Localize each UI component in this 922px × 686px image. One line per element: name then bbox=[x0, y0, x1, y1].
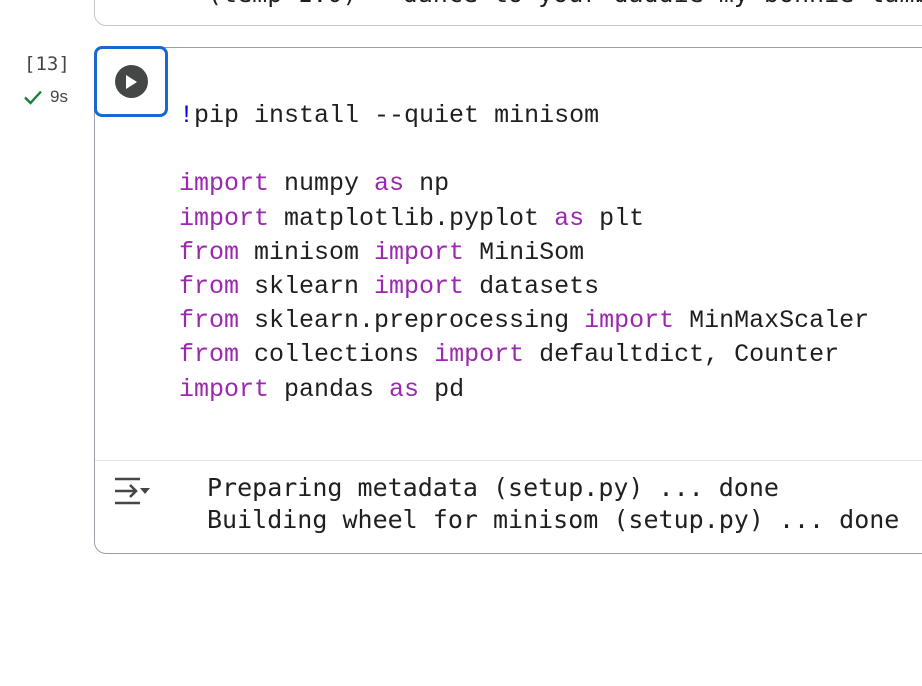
code-keyword: from bbox=[179, 306, 240, 336]
code-token: datasets bbox=[464, 271, 600, 301]
code-keyword: import bbox=[179, 203, 270, 233]
code-keyword: import bbox=[374, 237, 465, 267]
code-token: sklearn bbox=[239, 271, 375, 301]
code-keyword: import bbox=[374, 271, 465, 301]
code-token: MinMaxScaler bbox=[674, 306, 870, 336]
code-line: from minisom import MiniSom bbox=[179, 236, 869, 270]
code-token: pd bbox=[419, 374, 465, 404]
check-icon bbox=[22, 86, 44, 108]
code-line: from collections import defaultdict, Cou… bbox=[179, 338, 869, 372]
code-keyword: from bbox=[179, 340, 240, 370]
code-token: MiniSom bbox=[464, 237, 585, 267]
code-line: import numpy as np bbox=[179, 167, 869, 201]
output-line: Building wheel for minisom (setup.py) ..… bbox=[207, 505, 900, 534]
code-editor[interactable]: !pip install --quiet minisom import numpy… bbox=[179, 99, 869, 407]
code-token: numpy bbox=[269, 169, 375, 199]
code-line: from sklearn import datasets bbox=[179, 270, 869, 304]
output-settings-icon[interactable] bbox=[112, 474, 152, 508]
code-line: !pip install --quiet minisom bbox=[179, 99, 869, 133]
code-shell-bang: ! bbox=[179, 101, 195, 130]
code-token: sklearn.preprocessing bbox=[239, 306, 585, 336]
code-line: import pandas as pd bbox=[179, 373, 869, 407]
code-keyword: as bbox=[374, 169, 405, 199]
code-token: collections bbox=[239, 340, 435, 370]
run-cell-button[interactable] bbox=[94, 46, 168, 117]
code-token: matplotlib.pyplot bbox=[269, 203, 555, 233]
code-token: plt bbox=[584, 203, 645, 233]
code-token: minisom bbox=[239, 237, 375, 267]
code-token: pip install --quiet minisom bbox=[194, 101, 600, 130]
output-line: Preparing metadata (setup.py) ... done bbox=[207, 473, 779, 502]
previous-cell: (temp 1.0) — dance to your daddie my bon… bbox=[94, 0, 922, 26]
cell-output: Preparing metadata (setup.py) ... done Bu… bbox=[207, 472, 899, 536]
code-keyword: import bbox=[179, 169, 270, 199]
output-divider bbox=[95, 460, 922, 461]
code-token: pandas bbox=[269, 374, 390, 404]
execution-count: [13] bbox=[24, 53, 70, 75]
code-token: np bbox=[404, 169, 450, 199]
previous-cell-output: (temp 1.0) — dance to your daddie my bon… bbox=[207, 0, 922, 8]
play-icon bbox=[114, 65, 148, 98]
code-keyword: import bbox=[434, 340, 525, 370]
code-keyword: import bbox=[179, 374, 270, 404]
execution-time: 9s bbox=[50, 87, 68, 106]
code-keyword: from bbox=[179, 237, 240, 267]
code-token: defaultdict, Counter bbox=[524, 340, 840, 370]
code-keyword: import bbox=[584, 306, 675, 336]
code-line: import matplotlib.pyplot as plt bbox=[179, 202, 869, 236]
code-keyword: as bbox=[389, 374, 420, 404]
code-line: from sklearn.preprocessing import MinMax… bbox=[179, 304, 869, 338]
execution-status: 9s bbox=[22, 86, 68, 108]
code-keyword: as bbox=[554, 203, 585, 233]
code-keyword: from bbox=[179, 271, 240, 301]
